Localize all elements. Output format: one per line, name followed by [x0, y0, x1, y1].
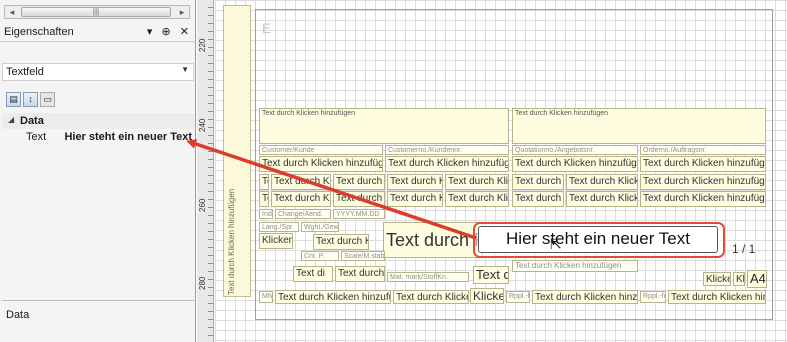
description-pane: Data [2, 300, 194, 342]
property-row-text[interactable]: Text Hier steht ein neuer Text [2, 129, 194, 145]
text-field[interactable]: Text durch Klicken hinzufügen [333, 174, 385, 190]
text-field[interactable]: Text durch Klicken hinzufügen [640, 191, 766, 207]
text-field[interactable]: Text durch Klicken hinzufügen [566, 174, 638, 190]
label-field[interactable]: Rppl.-for [640, 291, 666, 303]
text-field[interactable]: Text d [259, 191, 269, 207]
properties-toolbar: ▤ ↕ ▭ [6, 92, 57, 110]
panel-titlebar: Eigenschaften ▾ ⊕ ✕ [0, 22, 196, 42]
panel-window-buttons[interactable]: ▾ ⊕ ✕ [147, 25, 192, 38]
description-title: Data [6, 309, 30, 321]
text-field[interactable]: Text durch Klicken hinzufügen [313, 234, 369, 250]
label-field[interactable]: Change/Aend. [275, 209, 331, 219]
text-field[interactable]: Text durch Klicken hinzufügen [512, 108, 766, 144]
mouse-cursor-icon: ⇱ [550, 236, 562, 252]
text-field[interactable]: Text durch Klicken hinzufügen [259, 108, 509, 144]
text-field[interactable]: Text durch Klicken hinzufügen [445, 174, 509, 190]
text-field[interactable]: Text durch Klicken hinzufügen [387, 174, 443, 190]
ruler-label: 220 [198, 38, 207, 52]
property-grid: ◢ Data Text Hier steht ein neuer Text [2, 113, 194, 145]
text-field[interactable]: Text durch Klicken hinzufügen [385, 156, 509, 172]
label-field[interactable]: Mat. mark/StoffKn. [387, 272, 469, 282]
ruler-label: 240 [198, 118, 207, 132]
text-field[interactable]: Text d [259, 174, 269, 190]
text-field[interactable]: Text durch Klicken hinzufügen [335, 266, 385, 282]
categorized-view-icon[interactable]: ▤ [6, 92, 21, 107]
text-field[interactable]: Text durch Klicken hinzufügen [566, 191, 638, 207]
vertical-ruler: 220 240 260 280 [197, 0, 214, 342]
ruler-label: 280 [198, 276, 207, 290]
text-field[interactable]: Text durch Klicken hinzufügen [532, 290, 638, 304]
title-text-field[interactable]: Text durch Klicken hinzufügen [383, 222, 483, 258]
text-field[interactable]: Text durch Klicken hinzufügen [512, 191, 564, 207]
text-field[interactable]: Text durch Klicken hinzufügen [668, 290, 766, 304]
property-pages-icon[interactable]: ▭ [40, 92, 55, 107]
text-field[interactable]: Text durch Klicken hinzufügen [445, 191, 509, 207]
scroll-right-icon[interactable]: ▸ [175, 6, 189, 18]
chevron-down-icon[interactable]: ▼ [181, 65, 189, 74]
properties-panel: ◂ ||| ▸ Eigenschaften ▾ ⊕ ✕ Textfeld ▼ ▤… [0, 0, 196, 342]
text-field[interactable]: Text durch Klicken hinzufügen [393, 290, 469, 304]
label-field[interactable]: Wght./Gew. [301, 222, 339, 232]
label-field[interactable]: Scale/M.stab [341, 251, 385, 261]
text-field[interactable]: Text durch Klicken hinzufügen [271, 191, 331, 207]
collapse-triangle-icon[interactable]: ◢ [8, 115, 14, 124]
text-field[interactable]: Klicken [259, 233, 293, 249]
frame-label: E [262, 20, 272, 36]
scroll-thumb[interactable]: ||| [21, 7, 171, 17]
label-field[interactable]: YYYY.MM.DD [333, 209, 385, 219]
scroll-left-icon[interactable]: ◂ [5, 6, 19, 18]
label-field[interactable]: Customer/Kunde [259, 145, 383, 155]
category-row-data[interactable]: ◢ Data [2, 113, 194, 129]
property-value[interactable]: Hier steht ein neuer Text [64, 131, 192, 143]
text-field[interactable]: Text durch Klicken hinzufügen [333, 191, 385, 207]
category-label: Data [20, 115, 44, 127]
text-field[interactable]: Text durch Klicken hinzufügen [259, 156, 383, 172]
label-field[interactable]: Customerno./Kundennr. [385, 145, 509, 155]
callout-text[interactable]: Hier steht ein neuer Text [478, 229, 718, 249]
text-field[interactable]: Klicken [733, 272, 745, 286]
text-field[interactable]: Text durch Klicken hinzufügen [512, 156, 638, 172]
text-field[interactable]: Text durch Klicken hinzufügen [640, 156, 766, 172]
text-field[interactable]: Klicken [703, 272, 731, 286]
label-field[interactable]: Text durch Klicken hinzufügen [512, 260, 638, 272]
format-field[interactable]: A4 [747, 270, 767, 288]
panel-title: Eigenschaften [4, 26, 74, 38]
label-field[interactable]: Cnt. P. [301, 251, 339, 261]
text-field[interactable]: Text durch Klicken hinzufügen [387, 191, 443, 207]
text-field[interactable]: Text d [473, 266, 509, 284]
property-name: Text [26, 131, 47, 143]
vertical-text-field[interactable]: Text durch Klicken hinzufügen [227, 189, 236, 295]
text-field[interactable]: Text di [293, 266, 333, 282]
design-canvas[interactable]: Text durch Klicken hinzufügen E Text dur… [215, 0, 787, 342]
text-field[interactable]: Text durch Klicken hinzufügen [512, 174, 564, 190]
label-field[interactable]: Orderno./Auftragsnr. [640, 145, 766, 155]
label-field[interactable]: Quotationno./Angebotsnr. [512, 145, 638, 155]
object-type-value: Textfeld [6, 66, 44, 78]
text-field[interactable]: Text durch Klicken hinzufügen [640, 174, 766, 190]
label-field[interactable]: Ind. [259, 209, 273, 219]
text-field[interactable]: Text durch Klicken hinzufügen [275, 290, 391, 304]
alphabetical-sort-icon[interactable]: ↕ [23, 92, 38, 107]
label-field[interactable]: Rppl.-for [506, 291, 530, 303]
ruler-label: 260 [198, 198, 207, 212]
text-field[interactable]: Text durch Klicken hinzufügen [271, 174, 331, 190]
object-type-select[interactable]: Textfeld ▼ [2, 63, 194, 81]
label-field[interactable]: Lang./Spr. [259, 222, 299, 232]
text-field[interactable]: Klicken [470, 288, 504, 304]
horizontal-scrollbar[interactable]: ◂ ||| ▸ [4, 5, 190, 19]
label-field[interactable]: MNR [259, 291, 273, 303]
page-of-field[interactable]: 1 / 1 [730, 242, 766, 258]
